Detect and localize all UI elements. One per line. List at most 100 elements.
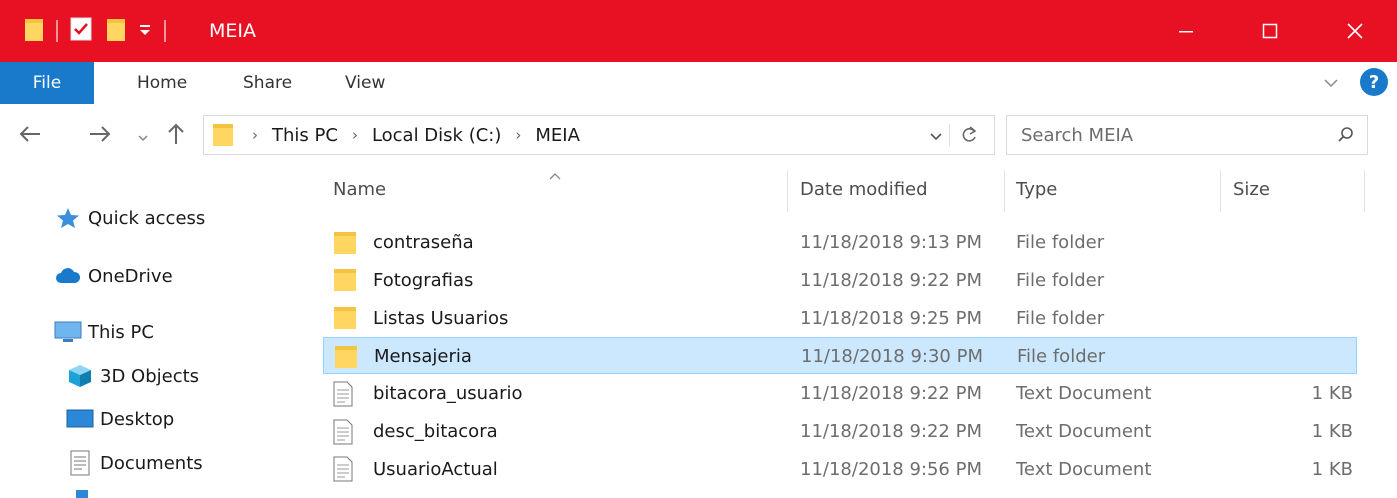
search-icon[interactable] — [1337, 126, 1355, 148]
documents-icon — [66, 450, 94, 476]
chevron-down-icon — [1324, 79, 1338, 88]
customize-dropdown-icon[interactable] — [138, 22, 152, 41]
expand-ribbon-button[interactable] — [1323, 74, 1339, 93]
folder-icon — [334, 344, 360, 370]
file-name-cell: UsuarioActual — [333, 451, 498, 488]
type-cell: Text Document — [1016, 421, 1152, 442]
type-cell: File folder — [1016, 269, 1105, 291]
file-name-cell: desc_bitacora — [333, 413, 498, 450]
back-button[interactable] — [18, 124, 42, 148]
breadcrumb: › This PC › Local Disk (C:) › MEIA — [238, 116, 580, 154]
title-bar: MEIA — [0, 0, 1397, 62]
file-name: Listas Usuarios — [373, 307, 509, 329]
folder-icon — [333, 267, 359, 293]
file-name: desc_bitacora — [373, 421, 498, 442]
address-dropdown-button[interactable] — [929, 128, 943, 147]
recent-locations-button[interactable] — [137, 128, 149, 147]
column-header-type[interactable]: Type — [1016, 164, 1057, 214]
file-name: contraseña — [373, 232, 474, 253]
column-header-name[interactable]: Name — [333, 164, 386, 214]
table-row[interactable]: Listas Usuarios 11/18/2018 9:25 PM File fo… — [323, 300, 1357, 337]
date-modified-cell: 11/18/2018 9:25 PM — [800, 307, 982, 329]
type-cell: File folder — [1017, 346, 1106, 368]
type-cell: Text Document — [1016, 383, 1152, 405]
refresh-button[interactable] — [959, 124, 979, 150]
folder-icon[interactable] — [24, 16, 44, 46]
table-row[interactable]: contraseña 11/18/2018 9:13 PM File folder — [323, 224, 1357, 261]
sidebar-item-onedrive[interactable]: OneDrive — [54, 264, 173, 288]
minimize-button[interactable] — [1144, 0, 1228, 62]
sidebar-item-quick-access[interactable]: Quick access — [54, 206, 205, 230]
sidebar-item-desktop[interactable]: Desktop — [66, 407, 174, 431]
close-icon — [1347, 23, 1363, 39]
chevron-right-icon[interactable]: › — [515, 126, 521, 144]
breadcrumb-meia[interactable]: MEIA — [535, 125, 580, 146]
ribbon-tabs: File Home Share View — [0, 62, 1397, 104]
minimize-icon — [1179, 31, 1193, 33]
folder-icon — [212, 122, 234, 152]
date-modified-cell: 11/18/2018 9:56 PM — [800, 458, 982, 480]
type-cell: Text Document — [1016, 458, 1152, 480]
help-button[interactable]: ? — [1360, 68, 1388, 96]
quick-access-toolbar — [24, 16, 178, 46]
tab-home[interactable]: Home — [137, 62, 187, 104]
chevron-right-icon[interactable]: › — [352, 126, 358, 144]
file-name-cell: bitacora_usuario — [333, 375, 523, 412]
properties-icon[interactable] — [70, 17, 92, 45]
table-row[interactable]: Fotografias 11/18/2018 9:22 PM File folder — [323, 262, 1357, 299]
file-name: bitacora_usuario — [373, 383, 523, 405]
back-arrow-icon — [19, 126, 40, 142]
downloads-icon — [76, 490, 88, 498]
search-input[interactable]: Search MEIA — [1006, 115, 1368, 155]
desktop-icon — [66, 407, 94, 431]
tab-file[interactable]: File — [0, 62, 94, 104]
breadcrumb-this-pc[interactable]: This PC — [272, 125, 338, 146]
sidebar-item-this-pc[interactable]: This PC — [54, 320, 154, 344]
table-row[interactable]: UsuarioActual 11/18/2018 9:56 PM Text Docu… — [323, 451, 1357, 488]
up-button[interactable] — [166, 122, 186, 150]
breadcrumb-local-disk[interactable]: Local Disk (C:) — [372, 125, 501, 146]
text-file-icon — [333, 456, 359, 482]
table-row[interactable]: desc_bitacora 11/18/2018 9:22 PM Text Docu… — [323, 413, 1357, 450]
date-modified-cell: 11/18/2018 9:22 PM — [800, 383, 982, 405]
file-name-cell: contraseña — [333, 224, 474, 261]
date-modified-cell: 11/18/2018 9:22 PM — [800, 421, 982, 442]
sidebar-item-label: Desktop — [100, 408, 175, 430]
sort-ascending-icon — [548, 166, 562, 185]
column-header-size[interactable]: Size — [1233, 164, 1270, 214]
size-cell: 1 KB — [1311, 421, 1353, 442]
sidebar-item-label: Quick access — [88, 207, 206, 229]
forward-arrow-icon — [90, 126, 111, 142]
table-row[interactable]: Mensajeria 11/18/2018 9:30 PM File folder — [323, 337, 1357, 375]
table-row[interactable]: bitacora_usuario 11/18/2018 9:22 PM Text D… — [323, 375, 1357, 412]
file-name: Mensajeria — [374, 346, 472, 368]
refresh-icon — [962, 126, 977, 142]
folder-icon — [333, 305, 359, 331]
maximize-button[interactable] — [1228, 0, 1312, 62]
address-bar[interactable]: › This PC › Local Disk (C:) › MEIA — [203, 115, 995, 155]
text-file-icon — [333, 381, 359, 407]
sidebar-item-label: This PC — [88, 321, 154, 343]
sidebar-item-label: Documents — [100, 452, 203, 474]
close-button[interactable] — [1313, 0, 1397, 62]
date-modified-cell: 11/18/2018 9:30 PM — [801, 346, 983, 368]
date-modified-cell: 11/18/2018 9:22 PM — [800, 269, 982, 291]
tab-share[interactable]: Share — [243, 62, 292, 104]
folder-icon — [333, 230, 359, 256]
computer-icon — [54, 320, 82, 344]
cloud-icon — [54, 264, 82, 288]
chevron-down-icon — [138, 135, 148, 142]
sidebar-item-label: 3D Objects — [100, 365, 200, 387]
file-name-cell: Mensajeria — [334, 338, 472, 375]
forward-button[interactable] — [88, 124, 112, 148]
tab-view[interactable]: View — [345, 62, 385, 104]
sidebar-item-3d-objects[interactable]: 3D Objects — [66, 364, 199, 388]
navigation-pane: Quick access OneDrive This PC 3D Objects… — [0, 164, 305, 498]
size-cell: 1 KB — [1311, 383, 1353, 405]
sidebar-item-label: OneDrive — [88, 265, 173, 287]
star-icon — [54, 206, 82, 230]
sidebar-item-documents[interactable]: Documents — [66, 450, 203, 476]
column-header-date-modified[interactable]: Date modified — [800, 164, 928, 214]
new-folder-icon[interactable] — [106, 16, 126, 46]
type-cell: File folder — [1016, 307, 1105, 329]
